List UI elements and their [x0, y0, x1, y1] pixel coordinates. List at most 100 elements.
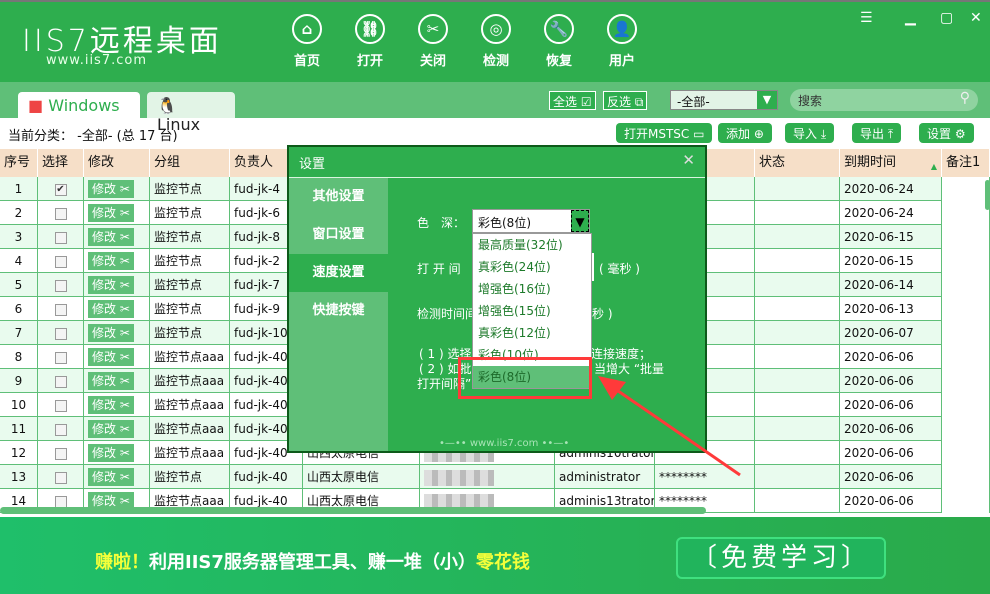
modify-button[interactable]: 修改 ✂	[88, 348, 134, 366]
nav-user[interactable]: 👤 用户	[597, 14, 647, 69]
table-cell	[755, 393, 840, 417]
category-select[interactable]: -全部- ▼	[670, 90, 778, 110]
table-cell	[755, 369, 840, 393]
table-cell: 7	[0, 321, 38, 345]
modify-button[interactable]: 修改 ✂	[88, 372, 134, 390]
column-header[interactable]: 序号	[0, 149, 38, 177]
owner-cell: fud-jk-9	[234, 302, 281, 316]
row-checkbox[interactable]	[54, 351, 67, 364]
settings-button[interactable]: 设置 ⚙	[919, 123, 974, 143]
tab-linux[interactable]: 🐧 Linux	[147, 92, 235, 134]
modify-button[interactable]: 修改 ✂	[88, 252, 134, 270]
row-checkbox[interactable]	[54, 279, 67, 292]
table-cell	[755, 273, 840, 297]
row-checkbox[interactable]	[54, 327, 67, 340]
row-checkbox[interactable]	[54, 423, 67, 436]
row-checkbox[interactable]: ✔	[54, 183, 67, 196]
row-checkbox[interactable]	[54, 495, 67, 508]
modify-button[interactable]: 修改 ✂	[88, 180, 134, 198]
nav-link[interactable]: ⛓ 打开	[345, 14, 395, 69]
modify-button[interactable]: 修改 ✂	[88, 300, 134, 318]
settings-side-item[interactable]: 速度设置	[289, 254, 388, 292]
chevron-down-icon[interactable]: ▼	[571, 210, 589, 232]
color-depth-option[interactable]: 增强色(15位)	[473, 300, 591, 322]
modify-button[interactable]: 修改 ✂	[88, 228, 134, 246]
column-header[interactable]: 分组	[150, 149, 230, 177]
table-cell: 修改 ✂	[84, 345, 150, 369]
nav-wrench[interactable]: 🔧 恢复	[534, 14, 584, 69]
table-cell: 监控节点aaa	[150, 345, 230, 369]
row-checkbox[interactable]	[54, 255, 67, 268]
tab-windows[interactable]: ■ Windows	[18, 92, 140, 118]
search-input[interactable]: 搜索 ⚲	[790, 89, 978, 111]
import-button[interactable]: 导入 ⤓	[785, 123, 835, 143]
vertical-scrollbar[interactable]	[985, 180, 990, 210]
row-checkbox[interactable]	[54, 207, 67, 220]
table-row[interactable]: 13 修改 ✂ 监控节点 fud-jk-40 山西太原电信 administrator **…	[0, 465, 990, 489]
row-checkbox[interactable]	[54, 447, 67, 460]
column-header[interactable]: 备注1	[942, 149, 990, 177]
modify-button[interactable]: 修改 ✂	[88, 396, 134, 414]
open-mstsc-button[interactable]: 打开MSTSC ▭	[616, 123, 713, 143]
column-header[interactable]: 到期时间 ▲	[840, 149, 942, 177]
settings-side-item[interactable]: 窗口设置	[289, 216, 388, 254]
minimize-icon[interactable]: ▁	[905, 10, 916, 26]
row-checkbox[interactable]	[54, 231, 67, 244]
table-cell	[942, 393, 990, 417]
settings-side-item[interactable]: 快捷按键	[289, 292, 388, 330]
modify-button[interactable]: 修改 ✂	[88, 420, 134, 438]
color-depth-option[interactable]: 最高质量(32位)	[473, 234, 591, 256]
color-depth-select[interactable]: 彩色(8位) ▼	[472, 209, 590, 233]
unlink-icon: ✂	[418, 14, 448, 44]
nav-unlink[interactable]: ✂ 关闭	[408, 14, 458, 69]
settings-side-item[interactable]: 其他设置	[289, 178, 388, 216]
modify-button[interactable]: 修改 ✂	[88, 468, 134, 486]
table-cell: 2020-06-13	[840, 297, 942, 321]
table-cell	[755, 465, 840, 489]
group-cell: 监控节点	[154, 278, 203, 292]
invert-select-button[interactable]: 反选 ⧉	[603, 91, 648, 110]
nav-radar[interactable]: ◎ 检测	[471, 14, 521, 69]
color-depth-option[interactable]: 真彩色(24位)	[473, 256, 591, 278]
wrench-icon: 🔧	[544, 14, 574, 44]
table-cell: 监控节点	[150, 273, 230, 297]
nav-home[interactable]: ⌂ 首页	[282, 14, 332, 69]
column-header[interactable]: 选择	[38, 149, 84, 177]
close-window-icon[interactable]: ✕	[970, 10, 982, 26]
download-icon: ⤓	[820, 127, 827, 141]
color-depth-option[interactable]: 增强色(16位)	[473, 278, 591, 300]
row-checkbox[interactable]	[54, 399, 67, 412]
column-header[interactable]: 状态	[755, 149, 840, 177]
table-cell	[38, 201, 84, 225]
row-number: 10	[10, 398, 27, 412]
modify-button[interactable]: 修改 ✂	[88, 444, 134, 462]
table-cell	[942, 201, 990, 225]
owner-cell: fud-jk-4	[234, 182, 281, 196]
export-button[interactable]: 导出 ⤒	[852, 123, 902, 143]
table-cell: 修改 ✂	[84, 393, 150, 417]
maximize-icon[interactable]: ▢	[940, 10, 953, 26]
row-checkbox[interactable]	[54, 471, 67, 484]
chevron-down-icon[interactable]: ▼	[757, 91, 777, 109]
annotation-arrow-icon	[598, 376, 741, 477]
group-cell: 监控节点	[154, 182, 203, 196]
column-header[interactable]: 修改	[84, 149, 150, 177]
table-cell: 监控节点	[150, 321, 230, 345]
group-cell: 监控节点aaa	[154, 374, 225, 388]
free-learn-button[interactable]: 〔免费学习〕	[676, 537, 886, 579]
modify-button[interactable]: 修改 ✂	[88, 204, 134, 222]
search-icon[interactable]: ⚲	[960, 90, 970, 106]
row-checkbox[interactable]	[54, 375, 67, 388]
table-cell	[942, 225, 990, 249]
row-checkbox[interactable]	[54, 303, 67, 316]
add-button[interactable]: 添加 ⊕	[718, 123, 772, 143]
color-depth-option[interactable]: 真彩色(12位)	[473, 322, 591, 344]
modify-button[interactable]: 修改 ✂	[88, 324, 134, 342]
table-cell	[755, 249, 840, 273]
horizontal-scrollbar[interactable]	[0, 507, 706, 514]
modify-button[interactable]: 修改 ✂	[88, 276, 134, 294]
select-all-button[interactable]: 全选 ☑	[549, 91, 596, 110]
expiry-date-cell: 2020-06-06	[844, 446, 914, 460]
close-icon[interactable]: ✕	[682, 151, 695, 169]
menu-icon[interactable]: ☰	[860, 10, 873, 26]
